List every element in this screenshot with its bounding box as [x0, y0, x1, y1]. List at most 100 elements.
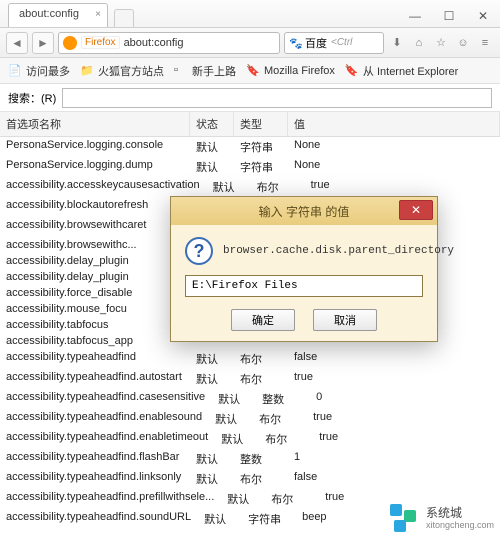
bookmark-label: 新手上路: [192, 63, 236, 79]
table-row[interactable]: accessibility.typeaheadfind.linksonly默认布…: [0, 469, 500, 489]
table-row[interactable]: PersonaService.logging.dump默认字符串None: [0, 157, 500, 177]
cell-status: 默认: [190, 449, 234, 469]
dialog-value-input[interactable]: [185, 275, 423, 297]
table-row[interactable]: PersonaService.logging.console默认字符串None: [0, 137, 500, 157]
pref-filter-bar: 搜索：(R): [0, 84, 500, 112]
cell-status: 默认: [190, 369, 234, 389]
search-box[interactable]: 🐾 百度 <Ctrl: [284, 32, 384, 54]
bookmark-firefox-official[interactable]: 📁 火狐官方站点: [80, 63, 164, 79]
table-row[interactable]: accessibility.typeaheadfind.casesensitiv…: [0, 389, 500, 409]
browser-tab[interactable]: about:config ×: [8, 3, 108, 27]
cell-name: PersonaService.logging.console: [0, 137, 190, 157]
dialog-titlebar: 输入 字符串 的值 ✕: [171, 197, 437, 225]
forward-button[interactable]: ►: [32, 32, 54, 54]
table-row[interactable]: accessibility.typeaheadfind.enablesound默…: [0, 409, 500, 429]
cell-name: accessibility.typeaheadfind.linksonly: [0, 469, 190, 489]
cell-type: 布尔: [259, 429, 313, 449]
cell-type: 布尔: [234, 349, 288, 369]
close-tab-icon[interactable]: ×: [95, 9, 101, 20]
cell-name: accessibility.browsewithcaret: [0, 217, 190, 237]
cell-name: accessibility.typeaheadfind.autostart: [0, 369, 190, 389]
downloads-icon[interactable]: ⬇: [388, 34, 406, 52]
bookmark-icon: 🔖: [246, 64, 260, 78]
table-row[interactable]: accessibility.typeaheadfind.autostart默认布…: [0, 369, 500, 389]
table-row[interactable]: accessibility.accesskeycausesactivation默…: [0, 177, 500, 197]
cancel-button[interactable]: 取消: [313, 309, 377, 331]
dialog-close-button[interactable]: ✕: [399, 200, 433, 220]
home-icon[interactable]: ⌂: [410, 34, 428, 52]
cell-status: 默认: [212, 389, 256, 409]
new-tab-button[interactable]: [114, 9, 134, 27]
col-header-name[interactable]: 首选项名称: [0, 112, 190, 136]
cell-type: 布尔: [234, 369, 288, 389]
close-window-button[interactable]: ✕: [466, 7, 500, 27]
cell-status: 默认: [190, 137, 234, 157]
minimize-button[interactable]: —: [398, 7, 432, 27]
cell-value: true: [288, 369, 500, 389]
watermark-brand: 系统城: [426, 507, 494, 520]
col-header-value[interactable]: 值: [288, 112, 500, 136]
dialog-pref-name: browser.cache.disk.parent_directory: [223, 245, 454, 257]
cell-value: 1: [288, 449, 500, 469]
firefox-icon: [63, 36, 77, 50]
watermark-logo-icon: [390, 504, 420, 534]
url-bar[interactable]: Firefox about:config: [58, 32, 280, 54]
folder-icon: 📄: [8, 64, 22, 78]
cell-name: accessibility.blockautorefresh: [0, 197, 190, 217]
dialog-title: 输入 字符串 的值: [259, 203, 350, 220]
bookmark-label: 从 Internet Explorer: [363, 63, 458, 79]
table-row[interactable]: accessibility.typeaheadfind.flashBar默认整数…: [0, 449, 500, 469]
cell-status: 默认: [221, 489, 265, 509]
filter-label: 搜索：(R): [8, 90, 56, 106]
cell-value: true: [313, 429, 500, 449]
watermark-url: xitongcheng.com: [426, 521, 494, 531]
bookmark-label: 访问最多: [26, 63, 70, 79]
cell-name: accessibility.typeaheadfind.casesensitiv…: [0, 389, 212, 409]
question-icon: ?: [185, 237, 213, 265]
page-icon: ▫: [174, 64, 188, 78]
table-row[interactable]: accessibility.typeaheadfind.enabletimeou…: [0, 429, 500, 449]
bookmark-icon: 🔖: [345, 64, 359, 78]
bookmark-label: 火狐官方站点: [98, 63, 164, 79]
bookmark-star-icon[interactable]: ☆: [432, 34, 450, 52]
cell-name: accessibility.typeaheadfind.enablesound: [0, 409, 209, 429]
tab-strip: about:config × — ☐ ✕: [0, 0, 500, 28]
cell-name: PersonaService.logging.dump: [0, 157, 190, 177]
search-provider: 百度: [305, 35, 327, 51]
bookmark-mozilla[interactable]: 🔖 Mozilla Firefox: [246, 64, 335, 78]
cell-type: 布尔: [251, 177, 305, 197]
cell-name: accessibility.typeaheadfind.flashBar: [0, 449, 190, 469]
cell-status: 默认: [198, 509, 242, 527]
cell-value: 0: [310, 389, 500, 409]
window-controls: — ☐ ✕: [398, 7, 500, 27]
ok-button[interactable]: 确定: [231, 309, 295, 331]
cell-name: accessibility.typeaheadfind.soundURL: [0, 509, 198, 527]
cell-name: accessibility.tabfocus: [0, 317, 190, 333]
filter-input[interactable]: [62, 88, 492, 108]
url-text: about:config: [124, 37, 184, 49]
back-button[interactable]: ◄: [6, 32, 28, 54]
menu-icon[interactable]: ≡: [476, 34, 494, 52]
maximize-button[interactable]: ☐: [432, 7, 466, 27]
bookmark-most-visited[interactable]: 📄 访问最多: [8, 63, 70, 79]
cell-name: accessibility.accesskeycausesactivation: [0, 177, 207, 197]
cell-name: accessibility.browsewithc...: [0, 237, 190, 253]
cell-type: 布尔: [265, 489, 319, 509]
bookmark-ie-import[interactable]: 🔖 从 Internet Explorer: [345, 63, 458, 79]
table-row[interactable]: accessibility.typeaheadfind默认布尔false: [0, 349, 500, 369]
cell-name: accessibility.delay_plugin: [0, 269, 190, 285]
cell-value: false: [288, 469, 500, 489]
bookmark-getting-started[interactable]: ▫ 新手上路: [174, 63, 236, 79]
col-header-type[interactable]: 类型: [234, 112, 288, 136]
cell-value: None: [288, 137, 500, 157]
cell-name: accessibility.typeaheadfind.enabletimeou…: [0, 429, 215, 449]
user-icon[interactable]: ☺: [454, 34, 472, 52]
pref-table-header: 首选项名称 状态 类型 值: [0, 112, 500, 137]
watermark: 系统城 xitongcheng.com: [390, 504, 494, 534]
cell-name: accessibility.force_disable: [0, 285, 190, 301]
search-hint: <Ctrl: [331, 37, 352, 48]
cell-status: 默认: [207, 177, 251, 197]
col-header-status[interactable]: 状态: [190, 112, 234, 136]
baidu-icon: 🐾: [289, 37, 301, 49]
cell-value: None: [288, 157, 500, 177]
